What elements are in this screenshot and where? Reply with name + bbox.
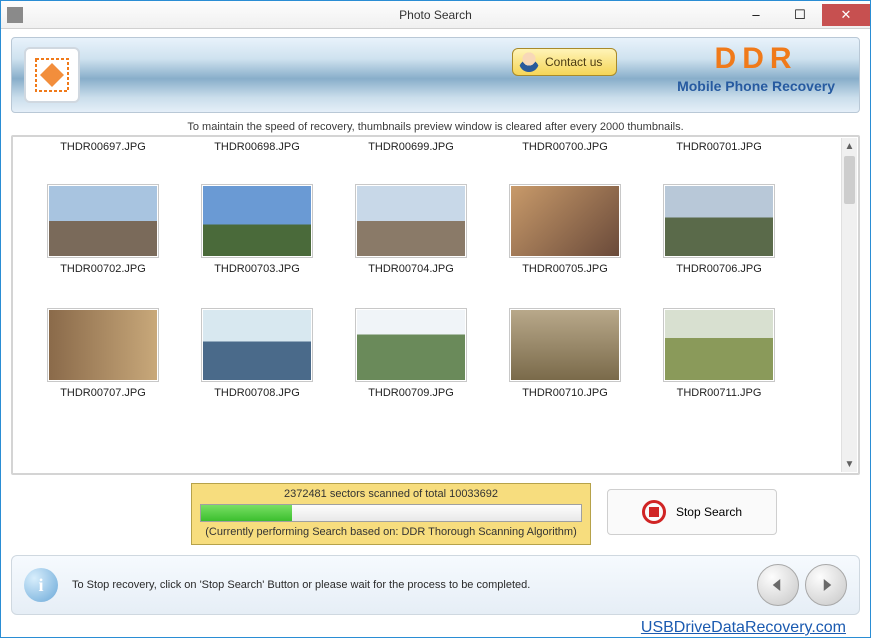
thumbnail-image bbox=[202, 309, 312, 381]
app-logo bbox=[24, 47, 80, 103]
thumbnail-label[interactable]: THDR00697.JPG bbox=[33, 141, 173, 153]
thumbnail-label[interactable]: THDR00701.JPG bbox=[649, 141, 789, 153]
contact-label: Contact us bbox=[545, 55, 602, 69]
thumbnails-grid: THDR00697.JPG THDR00698.JPG THDR00699.JP… bbox=[11, 135, 860, 475]
thumbnail-image bbox=[356, 309, 466, 381]
thumbnail-image bbox=[664, 309, 774, 381]
footer-bar: i To Stop recovery, click on 'Stop Searc… bbox=[11, 555, 860, 615]
thumbnail-image bbox=[48, 309, 158, 381]
logo-icon bbox=[34, 57, 70, 93]
scrollbar-thumb[interactable] bbox=[844, 156, 855, 204]
scrollbar[interactable]: ▲ ▼ bbox=[841, 138, 857, 472]
thumbnail-item[interactable]: THDR00703.JPG bbox=[187, 185, 327, 275]
info-icon: i bbox=[24, 568, 58, 602]
progress-fill bbox=[201, 505, 292, 521]
window-buttons: – ☐ ✕ bbox=[734, 4, 870, 26]
thumbnail-caption: THDR00706.JPG bbox=[676, 263, 762, 275]
arrow-left-icon bbox=[769, 576, 787, 594]
header-banner: Contact us DDR Mobile Phone Recovery bbox=[11, 37, 860, 113]
thumbnail-item[interactable]: THDR00708.JPG bbox=[187, 309, 327, 399]
thumbnail-caption: THDR00707.JPG bbox=[60, 387, 146, 399]
thumbnail-caption: THDR00705.JPG bbox=[522, 263, 608, 275]
thumbnail-caption: THDR00703.JPG bbox=[214, 263, 300, 275]
thumbnail-caption: THDR00709.JPG bbox=[368, 387, 454, 399]
scroll-down-icon[interactable]: ▼ bbox=[842, 456, 857, 472]
thumbnail-label[interactable]: THDR00700.JPG bbox=[495, 141, 635, 153]
progress-bar bbox=[200, 504, 582, 522]
close-button[interactable]: ✕ bbox=[822, 4, 870, 26]
thumbnail-image bbox=[664, 185, 774, 257]
contact-us-button[interactable]: Contact us bbox=[512, 48, 617, 76]
maximize-button[interactable]: ☐ bbox=[778, 4, 822, 26]
thumbnail-caption: THDR00710.JPG bbox=[522, 387, 608, 399]
arrow-right-icon bbox=[817, 576, 835, 594]
stop-icon bbox=[642, 500, 666, 524]
thumbnail-image bbox=[202, 185, 312, 257]
forward-button[interactable] bbox=[805, 564, 847, 606]
algorithm-text: (Currently performing Search based on: D… bbox=[200, 526, 582, 538]
thumbnail-item[interactable]: THDR00705.JPG bbox=[495, 185, 635, 275]
notice-text: To maintain the speed of recovery, thumb… bbox=[11, 121, 860, 133]
titlebar: Photo Search – ☐ ✕ bbox=[1, 1, 870, 29]
sectors-scanned-text: 2372481 sectors scanned of total 1003369… bbox=[200, 488, 582, 500]
thumbnail-item[interactable]: THDR00704.JPG bbox=[341, 185, 481, 275]
thumbnail-item[interactable]: THDR00702.JPG bbox=[33, 185, 173, 275]
thumbnail-image bbox=[510, 185, 620, 257]
brand-block: DDR Mobile Phone Recovery bbox=[677, 44, 835, 94]
thumbnail-caption: THDR00704.JPG bbox=[368, 263, 454, 275]
site-link[interactable]: USBDriveDataRecovery.com bbox=[11, 615, 860, 637]
minimize-button[interactable]: – bbox=[734, 4, 778, 26]
progress-row: 2372481 sectors scanned of total 1003369… bbox=[11, 483, 860, 545]
scroll-up-icon[interactable]: ▲ bbox=[842, 138, 857, 154]
thumbnail-caption: THDR00702.JPG bbox=[60, 263, 146, 275]
thumbnail-caption: THDR00711.JPG bbox=[677, 387, 762, 399]
thumbnail-image bbox=[510, 309, 620, 381]
thumbnail-image bbox=[356, 185, 466, 257]
brand-top: DDR bbox=[677, 44, 835, 74]
thumbnail-label[interactable]: THDR00698.JPG bbox=[187, 141, 327, 153]
brand-sub: Mobile Phone Recovery bbox=[677, 78, 835, 94]
window-title: Photo Search bbox=[399, 8, 472, 22]
stop-label: Stop Search bbox=[676, 505, 742, 519]
thumbnail-label[interactable]: THDR00699.JPG bbox=[341, 141, 481, 153]
app-icon bbox=[7, 7, 23, 23]
thumbnail-item[interactable]: THDR00707.JPG bbox=[33, 309, 173, 399]
thumbnail-item[interactable]: THDR00709.JPG bbox=[341, 309, 481, 399]
progress-panel: 2372481 sectors scanned of total 1003369… bbox=[191, 483, 591, 545]
contact-avatar-icon bbox=[519, 52, 539, 72]
stop-search-button[interactable]: Stop Search bbox=[607, 489, 777, 535]
thumbnail-caption: THDR00708.JPG bbox=[214, 387, 300, 399]
footer-hint-text: To Stop recovery, click on 'Stop Search'… bbox=[72, 579, 530, 591]
thumbnail-item[interactable]: THDR00711.JPG bbox=[649, 309, 789, 399]
thumbnail-image bbox=[48, 185, 158, 257]
back-button[interactable] bbox=[757, 564, 799, 606]
content-area: Contact us DDR Mobile Phone Recovery To … bbox=[1, 29, 870, 641]
thumbnail-item[interactable]: THDR00706.JPG bbox=[649, 185, 789, 275]
nav-arrows bbox=[757, 564, 847, 606]
thumbnail-item[interactable]: THDR00710.JPG bbox=[495, 309, 635, 399]
